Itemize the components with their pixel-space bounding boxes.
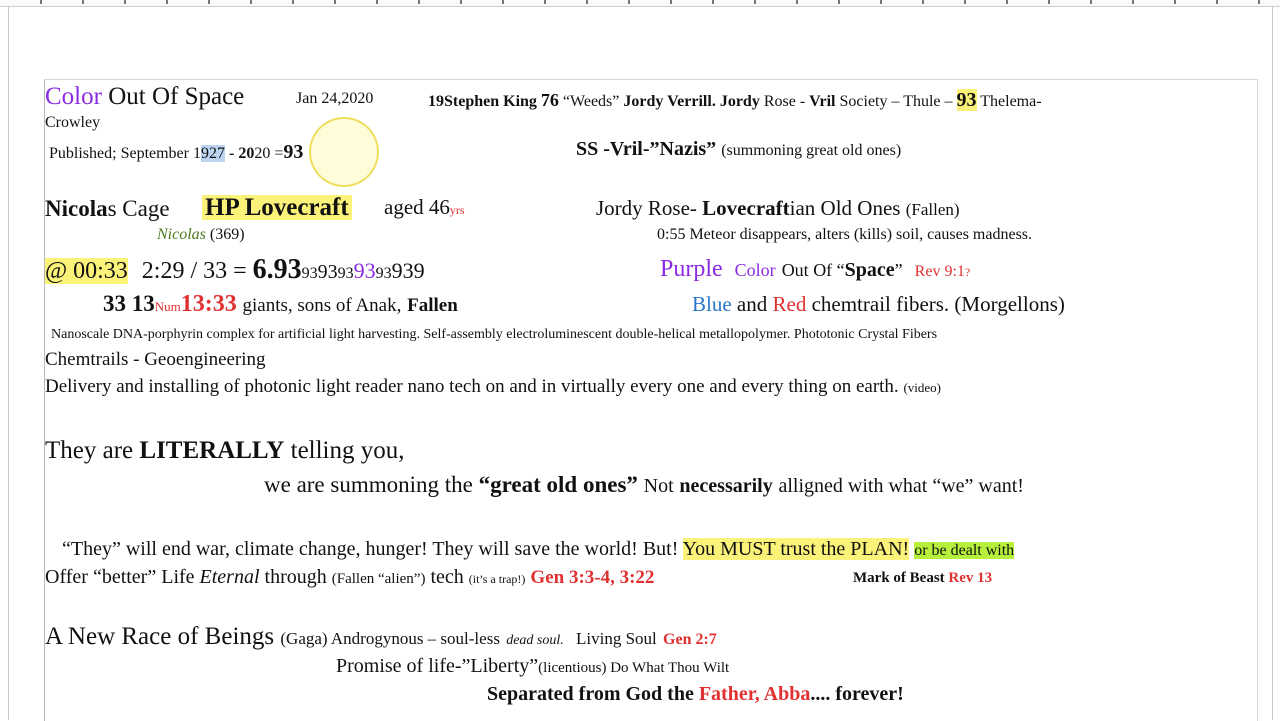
page-edge-left [8,6,9,720]
ruler-tick [124,0,126,4]
ruler-tick [40,0,42,4]
chemtrail-line: Blue and Red chemtrail fibers. (Morgello… [692,292,1065,316]
ruler-tick [1258,0,1260,4]
ruler-tick [418,0,420,4]
ruler-tick [754,0,756,4]
ruler-tick [670,0,672,4]
literally-line: They are LITERALLY telling you, [45,437,405,464]
date: Jan 24,2020 [296,90,374,107]
meteor-line: 0:55 Meteor disappears, alters (kills) s… [657,226,1033,243]
plan-line: “They” will end war, climate change, hun… [62,538,1015,560]
ruler-tick [796,0,798,4]
hp-lovecraft: HP Lovecraft [202,195,352,220]
ruler-tick [922,0,924,4]
jordy-rose-line: Jordy Rose- Lovecraftian Old Ones (Falle… [596,196,960,220]
nicolas-369: Nicolas (369) [157,226,245,243]
purple-color-line: Purple Color Out Of “Space” Rev 9:1? [660,256,971,282]
crowley: Crowley [45,114,101,131]
chemtrails-geoengineering: Chemtrails - Geoengineering [45,349,266,370]
separated-line: Separated from God the Father, Abba.... … [487,683,904,705]
ruler-tick [1048,0,1050,4]
ruler-tick [460,0,462,4]
ruler-tick [250,0,252,4]
ruler-tick [208,0,210,4]
title-rest: Out Of Space [108,83,245,110]
ruler-tick [964,0,966,4]
ruler-tick [334,0,336,4]
nanoscale-line: Nanoscale DNA-porphyrin complex for arti… [51,327,938,342]
ruler-tick [1132,0,1134,4]
ruler-tick [628,0,630,4]
ruler-tick [1006,0,1008,4]
summoning-line: we are summoning the “great old ones” No… [264,472,1024,497]
ruler-tick [838,0,840,4]
new-race-line: A New Race of Beings (Gaga) Androgynous … [45,623,717,650]
selected-text[interactable]: 927 [200,145,225,162]
ss-line: SS -Vril-”Nazis” (summoning great old on… [576,138,902,160]
ruler-tick [292,0,294,4]
delivery-line: Delivery and installing of photonic ligh… [45,376,941,397]
page-edge-right [1272,6,1273,720]
nicolas-cage-line: Nicolas Cage [45,196,170,221]
cursor-highlight [309,117,379,187]
ruler-tick [1090,0,1092,4]
ruler-tick [880,0,882,4]
ruler-tick [544,0,546,4]
ruler-tick [1174,0,1176,4]
aged: aged 46yrs [384,195,465,219]
mark-of-beast: Mark of Beast Rev 13 [853,570,993,586]
giants-line: 33 13Num13:33 giants, sons of Anak, Fall… [103,291,458,317]
ruler [0,0,1280,7]
liberty-line: Promise of life-”Liberty”(licentious) Do… [336,655,730,677]
numbers-line: @ 00:33 2:29 / 33 = 6.939393939393939 [45,254,425,285]
line1-right: 19Stephen King 76 “Weeds” Jordy Verrill.… [428,89,1042,111]
title-line: Color Out Of Space [45,84,244,109]
ruler-tick [712,0,714,4]
ruler-tick [82,0,84,4]
ruler-tick [376,0,378,4]
ruler-tick [166,0,168,4]
title-color-word: Color [45,83,102,110]
ruler-tick [586,0,588,4]
ruler-tick [1216,0,1218,4]
published-line: Published; September 1927 - 2020 =93 [49,141,304,163]
offer-line: Offer “better” Life Eternal through (Fal… [45,566,655,588]
ruler-tick [502,0,504,4]
